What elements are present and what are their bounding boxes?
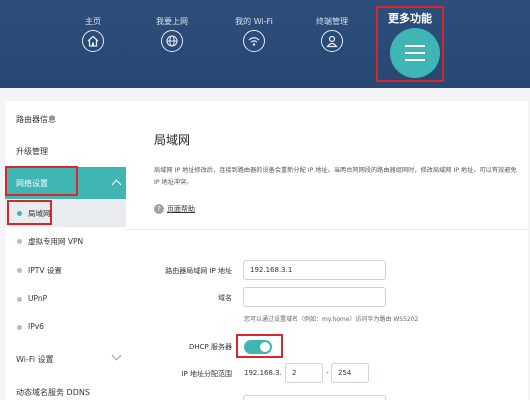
- sidebar-subitem-label: UPnP: [28, 294, 48, 303]
- sidebar: 路由器信息 升级管理 网络设置 局域网 虚拟专用网 VPN IPTV 设置 UP…: [5, 101, 126, 400]
- sidebar-item-label: 动态域名服务 DDNS: [16, 388, 90, 397]
- page-description: 局域网 IP 地址修改后，连接到路由器的设备会重新分配 IP 地址。当两台同网段…: [154, 167, 517, 186]
- next-field-input[interactable]: [243, 395, 386, 400]
- domain-input[interactable]: [243, 287, 386, 307]
- main-panel: 局域网 局域网 IP 地址修改后，连接到路由器的设备会重新分配 IP 地址。当两…: [126, 101, 528, 400]
- nav-internet-label: 我要上网: [156, 17, 188, 26]
- nav-wifi-label: 我的 Wi-Fi: [235, 17, 273, 26]
- bullet-icon: [17, 325, 22, 330]
- sidebar-subitem-label: IPv6: [28, 322, 44, 331]
- more-functions-button[interactable]: 更多功能: [376, 6, 444, 82]
- globe-icon: [161, 30, 183, 52]
- bullet-icon: [17, 268, 22, 273]
- nav-devices-label: 终端管理: [316, 17, 348, 26]
- highlight-lan: [7, 200, 52, 225]
- sidebar-subitem-vpn[interactable]: 虚拟专用网 VPN: [5, 227, 126, 255]
- sidebar-item-wifi-settings[interactable]: Wi-Fi 设置: [5, 343, 126, 375]
- bullet-icon: [17, 239, 22, 244]
- ip-range-separator: -: [326, 369, 329, 377]
- sidebar-item-label: Wi-Fi 设置: [16, 355, 54, 364]
- sidebar-subitem-iptv[interactable]: IPTV 设置: [5, 256, 126, 284]
- chevron-down-icon: [111, 350, 122, 361]
- home-icon: [82, 30, 104, 52]
- page-help-link[interactable]: ? 页面帮助: [154, 204, 195, 214]
- ip-range-prefix: 192.168.3.: [244, 369, 282, 377]
- top-nav-bar: 主页 我要上网 我的 Wi-Fi 终端管理 更多功能: [0, 0, 530, 88]
- wifi-icon: [243, 30, 265, 52]
- divider: [126, 229, 528, 230]
- sidebar-subitem-label: 虚拟专用网 VPN: [28, 237, 84, 246]
- sidebar-item-ddns[interactable]: 动态域名服务 DDNS: [5, 376, 126, 400]
- sidebar-item-upgrade[interactable]: 升级管理: [5, 135, 126, 167]
- sidebar-item-label: 路由器信息: [16, 115, 56, 124]
- ip-range-end-input[interactable]: 254: [331, 363, 369, 383]
- chevron-up-icon: [111, 179, 122, 190]
- page-title: 局域网: [154, 133, 191, 147]
- sidebar-item-label: 升级管理: [16, 147, 48, 156]
- domain-label: 域名: [218, 294, 232, 302]
- sidebar-subitem-upnp[interactable]: UPnP: [5, 285, 126, 313]
- question-icon: ?: [154, 204, 164, 214]
- more-functions-label: 更多功能: [388, 12, 432, 25]
- highlight-dhcp-toggle: [236, 334, 283, 358]
- bullet-icon: [17, 297, 22, 302]
- domain-hint: 您可以通过设置域名（例如：my.home）访问华为路由 WS5202: [244, 316, 419, 323]
- highlight-network-settings: [5, 166, 78, 196]
- sidebar-item-router-info[interactable]: 路由器信息: [5, 103, 126, 135]
- dhcp-label: DHCP 服务器: [189, 343, 232, 351]
- menu-icon: [390, 28, 440, 78]
- page-help-label: 页面帮助: [167, 205, 195, 213]
- sidebar-subitem-label: IPTV 设置: [28, 266, 62, 275]
- sidebar-subitem-ipv6[interactable]: IPv6: [5, 313, 126, 341]
- user-icon: [321, 30, 343, 52]
- ip-address-input[interactable]: 192.168.3.1: [243, 260, 386, 280]
- nav-home-label: 主页: [85, 17, 101, 26]
- ip-range-start-input[interactable]: 2: [285, 363, 323, 383]
- ip-range-label: IP 地址分配范围: [181, 370, 232, 378]
- ip-address-label: 路由器局域网 IP 地址: [165, 267, 232, 275]
